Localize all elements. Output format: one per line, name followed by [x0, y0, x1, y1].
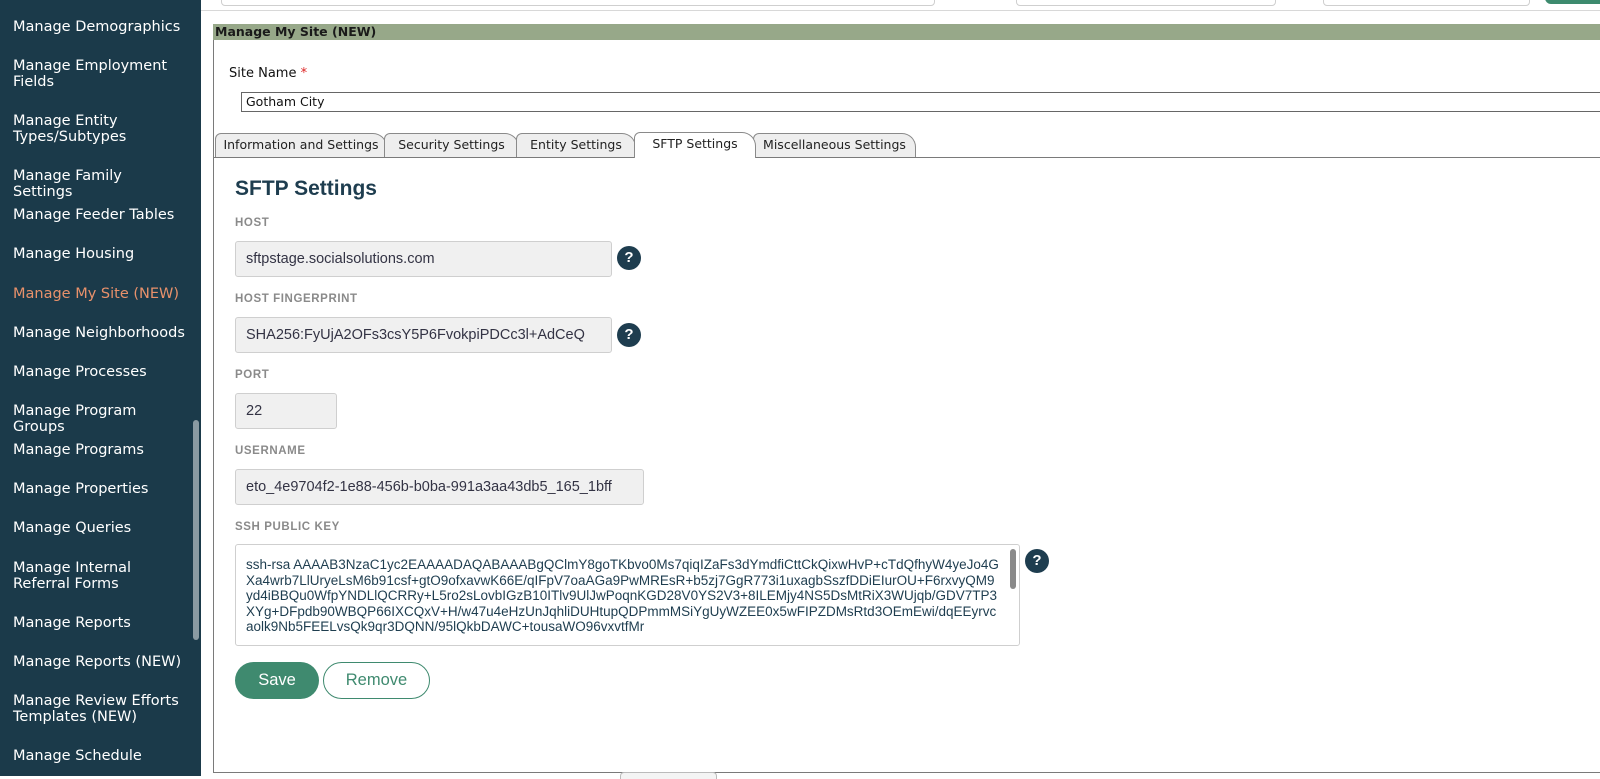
ssh-textarea-scrollbar[interactable]	[1010, 549, 1016, 589]
sidebar-item-programs[interactable]: Manage Programs	[13, 442, 185, 458]
sidebar-item-feeder-tables[interactable]: Manage Feeder Tables	[13, 207, 185, 223]
top-toolbar	[201, 0, 1600, 11]
ssh-public-key-textarea[interactable]: ssh-rsa AAAAB3NzaC1yc2EAAAADAQABAAABgQCl…	[235, 544, 1020, 646]
host-fingerprint-input[interactable]: SHA256:FyUjA2OFs3csY5P6FvokpiPDCc3l+AdCe…	[235, 317, 612, 353]
site-name-label: Site Name *	[229, 66, 307, 81]
sidebar-item-entity-types[interactable]: Manage Entity Types/Subtypes	[13, 113, 185, 145]
top-field-1[interactable]	[221, 0, 935, 6]
tab-miscellaneous-settings[interactable]: Miscellaneous Settings	[753, 133, 916, 157]
remove-button[interactable]: Remove	[323, 662, 430, 699]
sidebar-item-internal-referral-forms[interactable]: Manage Internal Referral Forms	[13, 560, 185, 592]
host-fingerprint-label: HOST FINGERPRINT	[235, 293, 358, 305]
port-label: PORT	[235, 369, 270, 381]
sidebar-item-schedule[interactable]: Manage Schedule	[13, 748, 185, 764]
save-button[interactable]: Save	[235, 662, 319, 699]
sidebar-item-family-settings[interactable]: Manage Family Settings	[13, 168, 185, 200]
sidebar-item-housing[interactable]: Manage Housing	[13, 246, 185, 262]
top-field-2[interactable]	[1016, 0, 1276, 6]
ssh-key-help-icon[interactable]: ?	[1025, 549, 1049, 573]
required-marker: *	[300, 66, 308, 81]
site-name-label-text: Site Name	[229, 66, 297, 81]
site-name-input[interactable]: Gotham City	[241, 92, 1600, 112]
top-action-button[interactable]	[1545, 0, 1600, 4]
sidebar-item-demographics[interactable]: Manage Demographics	[13, 19, 185, 35]
tab-information-and-settings[interactable]: Information and Settings	[215, 133, 387, 157]
top-field-3[interactable]	[1323, 0, 1530, 6]
host-label: HOST	[235, 217, 270, 229]
tab-sftp-settings[interactable]: SFTP Settings	[634, 132, 756, 158]
sidebar-item-review-efforts-templates[interactable]: Manage Review Efforts Templates (NEW)	[13, 693, 185, 725]
sidebar-item-processes[interactable]: Manage Processes	[13, 364, 185, 380]
username-input[interactable]: eto_4e9704f2-1e88-456b-b0ba-991a3aa43db5…	[235, 469, 644, 505]
host-help-icon[interactable]: ?	[617, 246, 641, 270]
ssh-public-key-label: SSH PUBLIC KEY	[235, 521, 340, 533]
sidebar-item-reports-new[interactable]: Manage Reports (NEW)	[13, 654, 185, 670]
section-title: SFTP Settings	[235, 177, 377, 200]
sidebar-scrollbar[interactable]	[193, 420, 199, 640]
sidebar-item-my-site[interactable]: Manage My Site (NEW)	[13, 286, 185, 302]
tabs-underline	[213, 157, 1600, 158]
host-input[interactable]: sftpstage.socialsolutions.com	[235, 241, 612, 277]
sidebar-item-neighborhoods[interactable]: Manage Neighborhoods	[13, 325, 185, 341]
sidebar-item-reports[interactable]: Manage Reports	[13, 615, 185, 631]
sidebar-item-employment-fields[interactable]: Manage Employment Fields	[13, 58, 185, 90]
sidebar-item-queries[interactable]: Manage Queries	[13, 520, 185, 536]
tab-entity-settings[interactable]: Entity Settings	[516, 133, 636, 157]
panel-title: Manage My Site (NEW)	[213, 24, 1600, 40]
tab-security-settings[interactable]: Security Settings	[384, 133, 519, 157]
ssh-public-key-value: ssh-rsa AAAAB3NzaC1yc2EAAAADAQABAAABgQCl…	[246, 557, 999, 634]
sidebar-item-properties[interactable]: Manage Properties	[13, 481, 185, 497]
sidebar-nav: Manage Demographics Manage Employment Fi…	[0, 0, 201, 776]
username-label: USERNAME	[235, 445, 306, 457]
fingerprint-help-icon[interactable]: ?	[617, 323, 641, 347]
sidebar-item-program-groups[interactable]: Manage Program Groups	[13, 403, 185, 435]
port-input[interactable]: 22	[235, 393, 337, 429]
